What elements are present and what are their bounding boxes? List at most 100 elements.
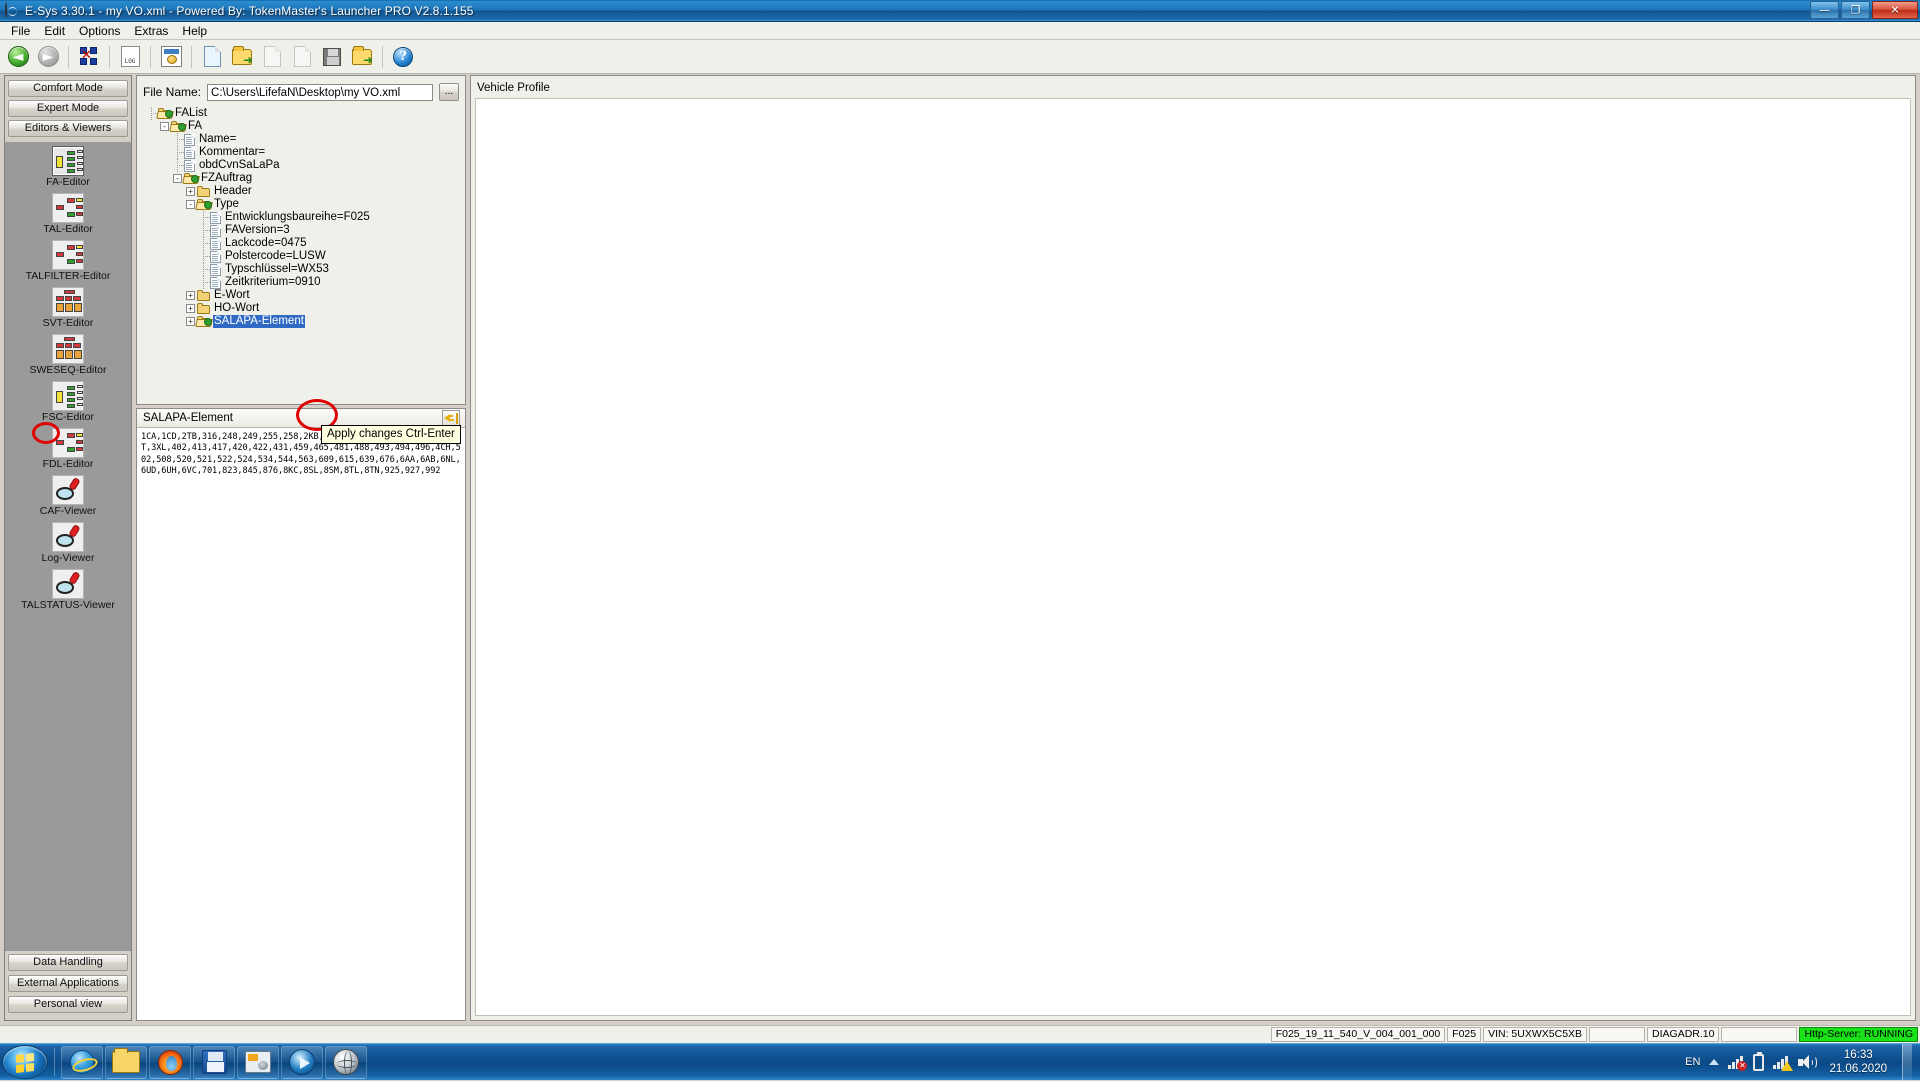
export-button[interactable] — [288, 43, 316, 71]
taskbar-item-esys[interactable] — [237, 1046, 279, 1079]
document-icon — [184, 134, 195, 146]
menu-item-options[interactable]: Options — [72, 23, 127, 39]
media-player-icon — [289, 1049, 315, 1075]
taskbar-item-file-explorer[interactable] — [105, 1046, 147, 1079]
tree-editor-icon — [52, 428, 84, 458]
maximize-button[interactable]: ❐ — [1841, 1, 1870, 19]
back-button[interactable]: ◄ — [4, 43, 32, 71]
vehicle-window-button[interactable] — [157, 43, 185, 71]
menu-item-file[interactable]: File — [4, 23, 37, 39]
browse-button[interactable]: ... — [439, 83, 459, 101]
menu-item-help[interactable]: Help — [175, 23, 214, 39]
log-button[interactable]: LOG — [116, 43, 144, 71]
toolbar: ◄ ► ✕ LOG ➜ ➜ ? — [0, 40, 1920, 74]
toolbar-separator — [109, 46, 110, 68]
tree-node[interactable]: FAList — [145, 107, 465, 120]
import-button[interactable] — [258, 43, 286, 71]
tree-node[interactable]: Entwicklungsbaureihe=F025 — [145, 211, 465, 224]
tree-node[interactable]: Zeitkriterium=0910 — [145, 276, 465, 289]
minimize-button[interactable]: — — [1810, 1, 1839, 19]
file-name-input[interactable]: C:\Users\LifefaN\Desktop\my VO.xml — [207, 84, 433, 101]
tree-expander[interactable]: + — [184, 185, 197, 198]
tree-node[interactable]: Kommentar= — [145, 146, 465, 159]
network-disconnected-icon[interactable]: ✕ — [1728, 1055, 1744, 1069]
menu-item-extras[interactable]: Extras — [127, 23, 175, 39]
tree-node-label: FA — [187, 120, 203, 133]
sidebar-item-fdl-editor[interactable]: FDL-Editor — [5, 428, 131, 470]
taskbar-item-internet-explorer[interactable] — [61, 1046, 103, 1079]
taskbar-item-save-app[interactable] — [193, 1046, 235, 1079]
signal-warning-icon[interactable] — [1773, 1055, 1789, 1069]
sidebar-item-sweseq-editor[interactable]: SWESEQ-Editor — [5, 334, 131, 376]
sidebar-item-external-applications[interactable]: External Applications — [8, 975, 128, 992]
tree-node[interactable]: +HO-Wort — [145, 302, 465, 315]
new-button[interactable] — [198, 43, 226, 71]
tree-node[interactable]: -Type — [145, 198, 465, 211]
tree-node[interactable]: -FZAuftrag — [145, 172, 465, 185]
tree-editor-icon — [52, 193, 84, 223]
taskbar-clock[interactable]: 16:33 21.06.2020 — [1825, 1048, 1887, 1076]
tree-node[interactable]: Typschlüssel=WX53 — [145, 263, 465, 276]
tree-node-label: Kommentar= — [198, 146, 266, 159]
taskbar-separator — [54, 1048, 55, 1076]
document-icon — [210, 212, 221, 224]
minus-icon: - — [160, 122, 169, 131]
show-hidden-icons[interactable] — [1709, 1059, 1719, 1065]
window-title: E-Sys 3.30.1 - my VO.xml - Powered By: T… — [25, 4, 474, 18]
window-titlebar[interactable]: E-Sys 3.30.1 - my VO.xml - Powered By: T… — [0, 0, 1920, 22]
sidebar-mode-buttons: Comfort Mode Expert Mode Editors & Viewe… — [5, 76, 131, 142]
tree-node-label: Typschlüssel=WX53 — [224, 263, 330, 276]
tree-node[interactable]: Name= — [145, 133, 465, 146]
tree-guide — [197, 224, 210, 237]
tree-node-label: Type — [213, 198, 240, 211]
save-as-button[interactable]: ➜ — [348, 43, 376, 71]
tree-node[interactable]: Lackcode=0475 — [145, 237, 465, 250]
tree-node[interactable]: +SALAPA-Element — [145, 315, 465, 328]
tree-node[interactable]: +E-Wort — [145, 289, 465, 302]
taskbar-item-firefox[interactable] — [149, 1046, 191, 1079]
sidebar-item-data-handling[interactable]: Data Handling — [8, 954, 128, 971]
tree-node[interactable]: obdCvnSaLaPa — [145, 159, 465, 172]
tree-expander[interactable]: + — [184, 289, 197, 302]
fa-tree[interactable]: FAList - FAName=Kommentar=obdCvnSaLaPa-FZA… — [137, 105, 465, 328]
sidebar-item-fsc-editor[interactable]: FSC-Editor — [5, 381, 131, 423]
menu-item-edit[interactable]: Edit — [37, 23, 72, 39]
sidebar-item-tal-editor[interactable]: TAL-Editor — [5, 193, 131, 235]
sidebar-item-comfort-mode[interactable]: Comfort Mode — [8, 80, 128, 97]
status-cell-vin: VIN: 5UXWX5C5XB — [1483, 1027, 1587, 1042]
sidebar-item-svt-editor[interactable]: SVT-Editor — [5, 287, 131, 329]
volume-icon[interactable] — [1798, 1055, 1816, 1070]
sidebar-item-caf-viewer[interactable]: CAF-Viewer — [5, 475, 131, 517]
connection-button[interactable]: ✕ — [75, 43, 103, 71]
tray-language-indicator[interactable]: EN — [1685, 1056, 1700, 1068]
close-button[interactable]: ✕ — [1872, 1, 1918, 19]
tree-node-label: Polstercode=LUSW — [224, 250, 327, 263]
sidebar-item-personal-view[interactable]: Personal view — [8, 996, 128, 1013]
open-button[interactable]: ➜ — [228, 43, 256, 71]
sidebar-item-editors-viewers[interactable]: Editors & Viewers — [8, 120, 128, 137]
show-desktop-button[interactable] — [1902, 1044, 1912, 1081]
apply-changes-button[interactable] — [442, 410, 460, 426]
tree-node[interactable]: - FA — [145, 120, 465, 133]
sidebar-item-log-viewer[interactable]: Log-Viewer — [5, 522, 131, 564]
save-button[interactable] — [318, 43, 346, 71]
tree-node[interactable]: +Header — [145, 185, 465, 198]
toolbar-separator — [150, 46, 151, 68]
sidebar-item-fa-editor[interactable]: FA-Editor — [5, 146, 131, 188]
forward-button[interactable]: ► — [34, 43, 62, 71]
tree-expander[interactable]: + — [184, 302, 197, 315]
sidebar-item-expert-mode[interactable]: Expert Mode — [8, 100, 128, 117]
maximize-icon: ❐ — [1842, 5, 1869, 16]
apply-arrow-icon — [444, 413, 458, 424]
document-icon — [210, 238, 221, 250]
tree-node[interactable]: Polstercode=LUSW — [145, 250, 465, 263]
sidebar-item-talstatus-viewer[interactable]: TALSTATUS-Viewer — [5, 569, 131, 611]
start-button[interactable] — [2, 1045, 48, 1079]
sidebar-item-talfilter-editor[interactable]: TALFILTER-Editor — [5, 240, 131, 282]
tree-node[interactable]: FAVersion=3 — [145, 224, 465, 237]
taskbar-item-media-player[interactable] — [281, 1046, 323, 1079]
taskbar-item-globe-browser[interactable] — [325, 1046, 367, 1079]
help-button[interactable]: ? — [389, 43, 417, 71]
battery-icon[interactable] — [1753, 1054, 1764, 1071]
salapa-body[interactable]: 1CA,1CD,2TB,316,248,249,255,258,2KB,2VB,… — [137, 428, 465, 1020]
